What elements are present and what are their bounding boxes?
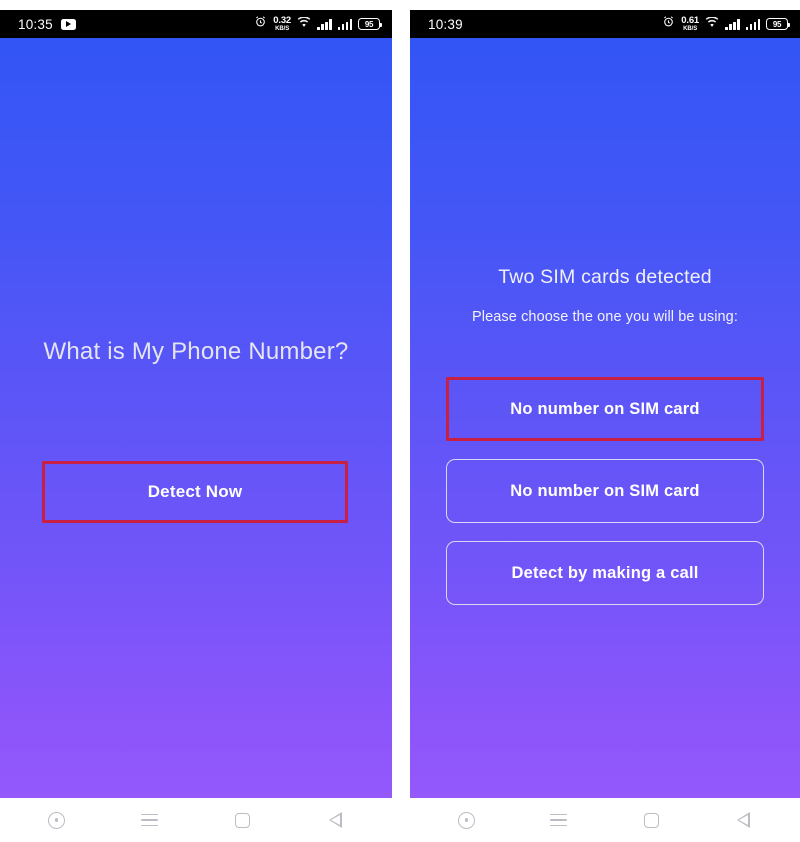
detect-now-button[interactable]: Detect Now <box>42 461 348 523</box>
assistant-icon <box>48 811 65 829</box>
signal-bars-icon-1 <box>725 18 740 30</box>
alarm-clock-icon <box>662 15 675 33</box>
battery-indicator: 95 <box>766 18 790 30</box>
menu-icon <box>141 813 158 827</box>
app-screen-left: What is My Phone Number? Detect Now <box>0 38 392 798</box>
phone-screen-left: 10:35 0.32 KB/S 95 What is My Phone Numb… <box>0 10 392 842</box>
screenshot-stage: 10:35 0.32 KB/S 95 What is My Phone Numb… <box>0 0 800 842</box>
network-speed-unit: KB/S <box>275 26 290 33</box>
status-bar-right-left-group: 10:39 <box>428 17 463 32</box>
page-title-right: Two SIM cards detected <box>498 266 712 288</box>
left-content-block: What is My Phone Number? <box>0 338 392 366</box>
home-button-left[interactable] <box>221 803 265 837</box>
detect-now-wrapper: Detect Now <box>42 461 348 523</box>
status-bar-right-group: 0.32 KB/S 95 <box>254 15 382 33</box>
battery-indicator: 95 <box>358 18 382 30</box>
status-time: 10:35 <box>18 16 53 32</box>
network-speed-value: 0.61 <box>681 14 699 26</box>
home-icon <box>643 812 659 828</box>
signal-bars-icon-2 <box>337 18 352 30</box>
network-speed-unit: KB/S <box>683 26 698 33</box>
navigation-bar-right <box>410 798 800 842</box>
page-title-left: What is My Phone Number? <box>43 338 349 365</box>
battery-level: 95 <box>772 19 782 29</box>
back-icon <box>329 812 342 828</box>
back-button-right[interactable] <box>722 803 766 837</box>
recents-button-left[interactable] <box>128 803 172 837</box>
right-content-block: Two SIM cards detected Please choose the… <box>410 266 800 325</box>
navigation-bar-left <box>0 798 392 842</box>
network-speed-indicator: 0.61 KB/S <box>681 16 699 33</box>
page-subtitle-right: Please choose the one you will be using: <box>472 309 738 325</box>
phone-screen-right: 10:39 0.61 KB/S 95 Two SIM cards detecte… <box>410 10 800 842</box>
wifi-icon <box>297 15 311 33</box>
assistant-button-right[interactable] <box>444 803 488 837</box>
status-time: 10:39 <box>428 16 463 32</box>
signal-bars-icon-1 <box>317 18 332 30</box>
status-bar-left-group: 10:35 <box>18 17 76 32</box>
app-screen-right: Two SIM cards detected Please choose the… <box>410 38 800 798</box>
wifi-icon <box>705 15 719 33</box>
sim-option-list: No number on SIM card No number on SIM c… <box>446 377 764 605</box>
back-icon <box>737 812 751 828</box>
sim-option-button-2[interactable]: No number on SIM card <box>446 459 764 523</box>
network-speed-value: 0.32 <box>273 14 291 26</box>
back-button-left[interactable] <box>314 803 358 837</box>
assistant-button-left[interactable] <box>35 803 79 837</box>
menu-icon <box>550 813 568 827</box>
home-icon <box>235 812 250 828</box>
sim-option-button-1[interactable]: No number on SIM card <box>446 377 764 441</box>
alarm-clock-icon <box>254 15 267 33</box>
recents-button-right[interactable] <box>537 803 581 837</box>
network-speed-indicator: 0.32 KB/S <box>273 16 291 33</box>
battery-level: 95 <box>364 19 374 29</box>
status-bar-left: 10:35 0.32 KB/S 95 <box>0 10 392 38</box>
status-bar-right: 10:39 0.61 KB/S 95 <box>410 10 800 38</box>
signal-bars-icon-2 <box>745 18 760 30</box>
youtube-icon <box>60 18 76 30</box>
home-button-right[interactable] <box>629 803 673 837</box>
status-bar-right-right-group: 0.61 KB/S 95 <box>662 15 790 33</box>
sim-option-button-3[interactable]: Detect by making a call <box>446 541 764 605</box>
assistant-icon <box>457 811 475 829</box>
